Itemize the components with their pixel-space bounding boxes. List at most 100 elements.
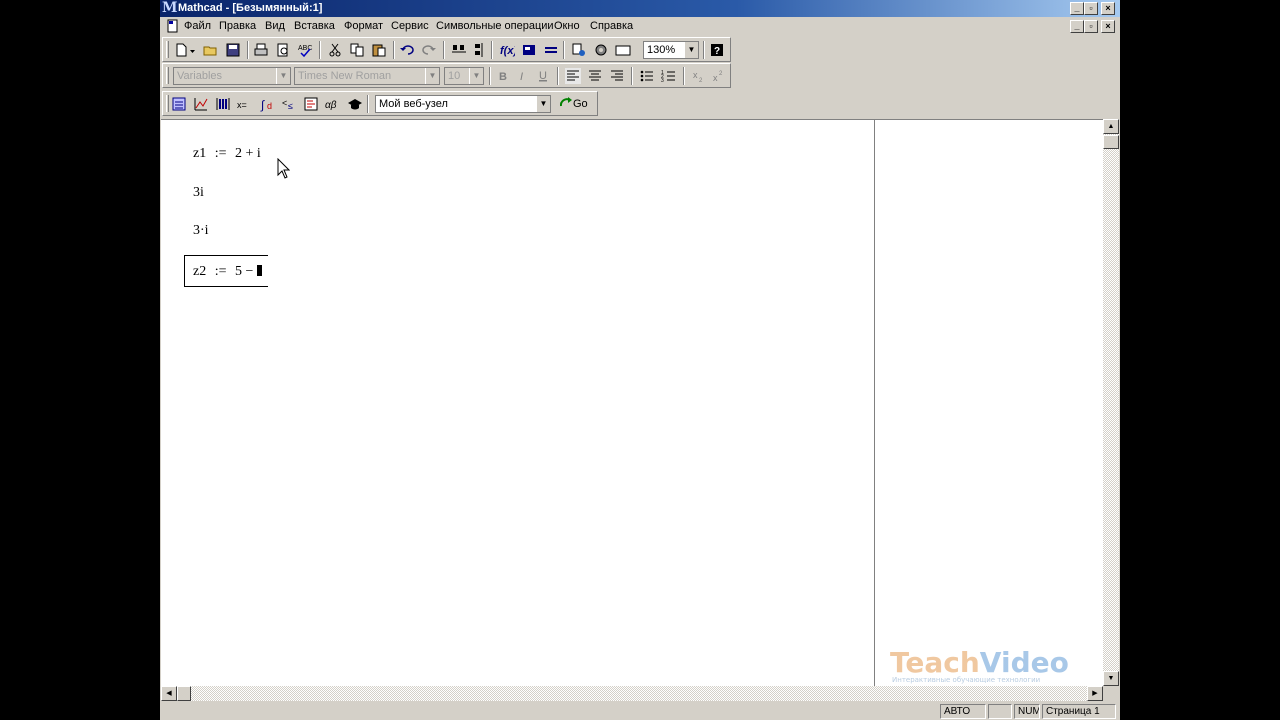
chevron-down-icon[interactable]: ▼ [276,68,290,84]
resource-center-icon[interactable] [615,42,631,58]
new-dropdown-icon[interactable] [189,42,197,58]
align-center-icon[interactable] [587,68,603,84]
paste-icon[interactable] [371,42,387,58]
italic-icon[interactable]: I [515,68,531,84]
math-region-3-times-i[interactable]: 3·i [193,223,209,239]
redo-icon[interactable] [421,42,437,58]
insert-component-icon[interactable] [593,42,609,58]
align-down-icon[interactable] [471,42,487,58]
status-caps [988,704,1012,719]
copy-icon[interactable] [349,42,365,58]
vertical-scrollbar[interactable]: ▲ ▼ [1103,119,1119,686]
svg-text:B: B [499,71,507,83]
definition-operator: := [214,264,227,279]
insert-hyperlink-icon[interactable] [571,42,587,58]
menu-format[interactable]: Формат [344,20,383,33]
math-toolbar: x= ∫ d < ≤ αβ Мой веб-узел ▼ Go [162,91,598,116]
scroll-left-icon[interactable]: ◀ [161,686,177,701]
subscript-icon[interactable]: x2 [691,68,707,84]
insert-function-icon[interactable]: f(x) [499,42,515,58]
align-right-icon[interactable] [609,68,625,84]
chevron-down-icon[interactable]: ▼ [425,68,439,84]
scroll-up-icon[interactable]: ▲ [1103,119,1119,134]
menu-edit[interactable]: Правка [219,20,256,33]
document-icon[interactable] [166,19,180,33]
spell-check-icon[interactable]: ABC [297,42,313,58]
svg-text:3: 3 [661,78,664,84]
align-across-icon[interactable] [451,42,467,58]
calculus-toolbar-icon[interactable]: ∫ d [259,96,275,112]
print-preview-icon[interactable] [275,42,291,58]
font-combobox[interactable]: Times New Roman ▼ [294,67,440,85]
programming-toolbar-icon[interactable] [303,96,319,112]
calculate-icon[interactable] [543,42,559,58]
svg-text:2: 2 [719,71,723,77]
calculator-toolbar-icon[interactable] [171,96,187,112]
doc-minimize-icon[interactable]: _ [1070,20,1084,33]
placeholder-cursor [257,265,263,276]
horizontal-scrollbar[interactable]: ◀ ▶ [161,686,1103,701]
web-location-value: Мой веб-узел [379,98,448,110]
bold-icon[interactable]: B [495,68,511,84]
help-icon[interactable]: ? [709,42,725,58]
menu-tools[interactable]: Сервис [391,20,429,33]
font-size-value: 10 [448,70,461,82]
undo-icon[interactable] [399,42,415,58]
numbering-icon[interactable]: 123 [661,68,677,84]
scroll-down-icon[interactable]: ▼ [1103,671,1119,686]
menu-symbolics[interactable]: Символьные операции [436,20,554,33]
open-folder-icon[interactable] [203,42,219,58]
horizontal-scroll-thumb[interactable] [177,686,191,701]
menu-window[interactable]: Окно [554,20,580,33]
evaluation-toolbar-icon[interactable]: x= [237,96,253,112]
teachvideo-watermark: TeachVideo Интерактивные обучающие техно… [890,648,1090,688]
superscript-icon[interactable]: x2 [711,68,727,84]
new-document-icon[interactable] [173,42,189,58]
menu-insert[interactable]: Вставка [294,20,335,33]
vertical-scroll-thumb[interactable] [1103,135,1119,149]
greek-toolbar-icon[interactable]: αβ [325,96,341,112]
doc-restore-icon[interactable]: ▫ [1084,20,1098,33]
align-left-icon[interactable] [565,68,581,84]
math-region-z1[interactable]: z1 := 2 + i [193,146,261,162]
boolean-toolbar-icon[interactable]: < ≤ [281,96,297,112]
math-region-3i[interactable]: 3i [193,185,204,201]
watermark-brand-video: Video [979,646,1069,679]
math-region-z2-selected[interactable]: z2 := 5 − [184,255,269,287]
menu-file[interactable]: Файл [184,20,211,33]
chevron-down-icon[interactable]: ▼ [469,68,483,84]
restore-icon[interactable]: ▫ [1084,2,1098,15]
bullets-icon[interactable] [639,68,655,84]
graph-toolbar-icon[interactable] [193,96,209,112]
menu-help[interactable]: Справка [590,20,633,33]
style-combobox[interactable]: Variables ▼ [173,67,291,85]
toolbar-separator [683,67,685,85]
symbolic-toolbar-icon[interactable] [347,96,363,112]
doc-close-icon[interactable]: × [1101,20,1115,33]
web-location-combobox[interactable]: Мой веб-узел ▼ [375,95,551,113]
page-boundary [874,120,875,687]
save-icon[interactable] [225,42,241,58]
matrix-toolbar-icon[interactable] [215,96,231,112]
toolbar-grip[interactable] [166,67,169,84]
go-button[interactable]: Go [559,96,588,112]
chevron-down-icon[interactable]: ▼ [536,96,550,112]
insert-unit-icon[interactable] [521,42,537,58]
font-size-combobox[interactable]: 10 ▼ [444,67,484,85]
worksheet[interactable]: z1 := 2 + i 3i 3·i z2 := 5 − [161,119,1103,687]
toolbar-separator [563,41,565,59]
toolbar-separator [443,41,445,59]
scroll-right-icon[interactable]: ▶ [1087,686,1103,701]
toolbar-grip[interactable] [166,41,169,58]
print-icon[interactable] [253,42,269,58]
zoom-combobox[interactable]: 130% ▼ [643,41,699,59]
cut-icon[interactable] [327,42,343,58]
mathcad-logo-icon: M [162,0,178,16]
minimize-icon[interactable]: _ [1070,2,1084,15]
font-value: Times New Roman [298,70,392,82]
underline-icon[interactable]: U [535,68,551,84]
menu-view[interactable]: Вид [265,20,285,33]
chevron-down-icon[interactable]: ▼ [684,42,698,58]
close-icon[interactable]: × [1101,2,1115,15]
toolbar-grip[interactable] [166,95,169,112]
